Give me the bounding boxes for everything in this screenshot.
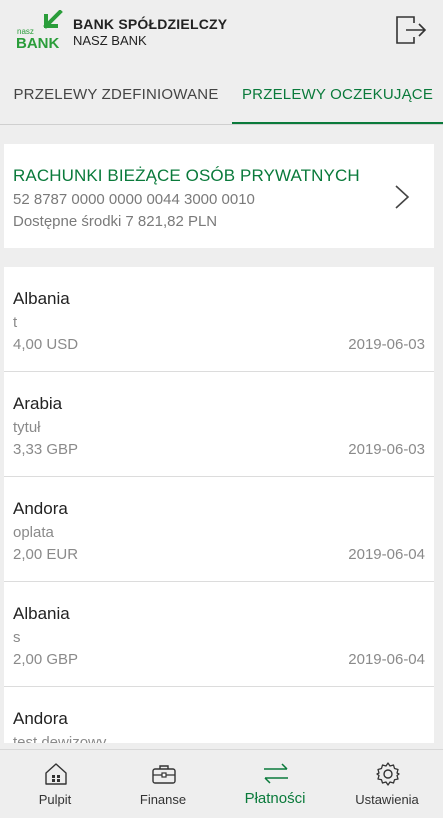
transfer-amount: 3,33 GBP <box>13 441 79 458</box>
bank-name: BANK SPÓŁDZIELCZY <box>73 16 228 32</box>
account-balance: Dostępne środki 7 821,82 PLN <box>13 213 217 230</box>
transfer-title: t <box>13 314 18 331</box>
nav-label: Finanse <box>139 792 187 807</box>
transfer-tabs: PRZELEWY ZDEFINIOWANE PRZELEWY OCZEKUJĄC… <box>0 66 443 124</box>
transfer-date: 2019-06-04 <box>348 546 425 563</box>
nav-finances[interactable]: Finanse <box>108 750 218 818</box>
pending-transfers-list: Albania t 4,00 USD 2019-06-03 Arabia tyt… <box>4 267 434 743</box>
recipient-name: Albania <box>13 604 70 623</box>
chevron-right-icon <box>395 185 410 209</box>
logout-button[interactable] <box>394 14 428 46</box>
logout-icon <box>396 16 427 44</box>
list-item[interactable]: Andora oplata 2,00 EUR 2019-06-04 <box>4 477 434 582</box>
gear-icon <box>376 762 400 786</box>
tabs-divider <box>0 124 443 125</box>
nav-label: Pulpit <box>38 792 72 807</box>
svg-text:BANK: BANK <box>16 35 59 50</box>
transfer-date: 2019-06-03 <box>348 336 425 353</box>
transfer-date: 2019-06-04 <box>348 651 425 668</box>
nav-dashboard[interactable]: Pulpit <box>0 750 110 818</box>
transfer-amount: 4,00 USD <box>13 336 79 353</box>
balance-value: 7 821,82 PLN <box>125 213 218 230</box>
account-title: RACHUNKI BIEŻĄCE OSÓB PRYWATNYCH <box>13 166 360 185</box>
transfer-title: s <box>13 629 21 646</box>
transfer-title: test dewizowy <box>13 734 107 743</box>
recipient-name: Arabia <box>13 394 63 413</box>
transfer-title: tytuł <box>13 419 41 436</box>
transfer-amount: 2,00 EUR <box>13 546 79 563</box>
bank-logo: nasz BANK <box>16 9 64 52</box>
recipient-name: Andora <box>13 709 68 728</box>
account-number: 52 8787 0000 0000 0044 3000 0010 <box>13 191 255 208</box>
transfer-date: 2019-06-03 <box>348 441 425 458</box>
balance-label: Dostępne środki <box>13 213 122 230</box>
tab-pending-transfers[interactable]: PRZELEWY OCZEKUJĄCE <box>232 66 443 124</box>
briefcase-icon <box>152 765 176 784</box>
nav-label: Płatności <box>244 790 306 807</box>
nav-label: Ustawienia <box>355 792 419 807</box>
nav-settings[interactable]: Ustawienia <box>332 750 442 818</box>
list-item[interactable]: Albania s 2,00 GBP 2019-06-04 <box>4 582 434 687</box>
list-item[interactable]: Albania t 4,00 USD 2019-06-03 <box>4 267 434 372</box>
transfer-title: oplata <box>13 524 54 541</box>
list-item[interactable]: Andora test dewizowy <box>4 687 434 743</box>
tab-defined-transfers[interactable]: PRZELEWY ZDEFINIOWANE <box>0 66 232 124</box>
app-header: nasz BANK BANK SPÓŁDZIELCZY NASZ BANK <box>0 0 443 66</box>
transfer-amount: 2,00 GBP <box>13 651 79 668</box>
home-icon <box>45 763 67 785</box>
list-item[interactable]: Arabia tytuł 3,33 GBP 2019-06-03 <box>4 372 434 477</box>
recipient-name: Albania <box>13 289 70 308</box>
nav-payments[interactable]: Płatności <box>220 750 330 818</box>
recipient-name: Andora <box>13 499 68 518</box>
transfer-arrows-icon <box>264 763 288 784</box>
bank-subtitle: NASZ BANK <box>73 33 147 48</box>
account-card[interactable]: RACHUNKI BIEŻĄCE OSÓB PRYWATNYCH 52 8787… <box>4 144 434 248</box>
bottom-navigation: Pulpit Finanse Płatności Ustawienia <box>0 749 443 818</box>
